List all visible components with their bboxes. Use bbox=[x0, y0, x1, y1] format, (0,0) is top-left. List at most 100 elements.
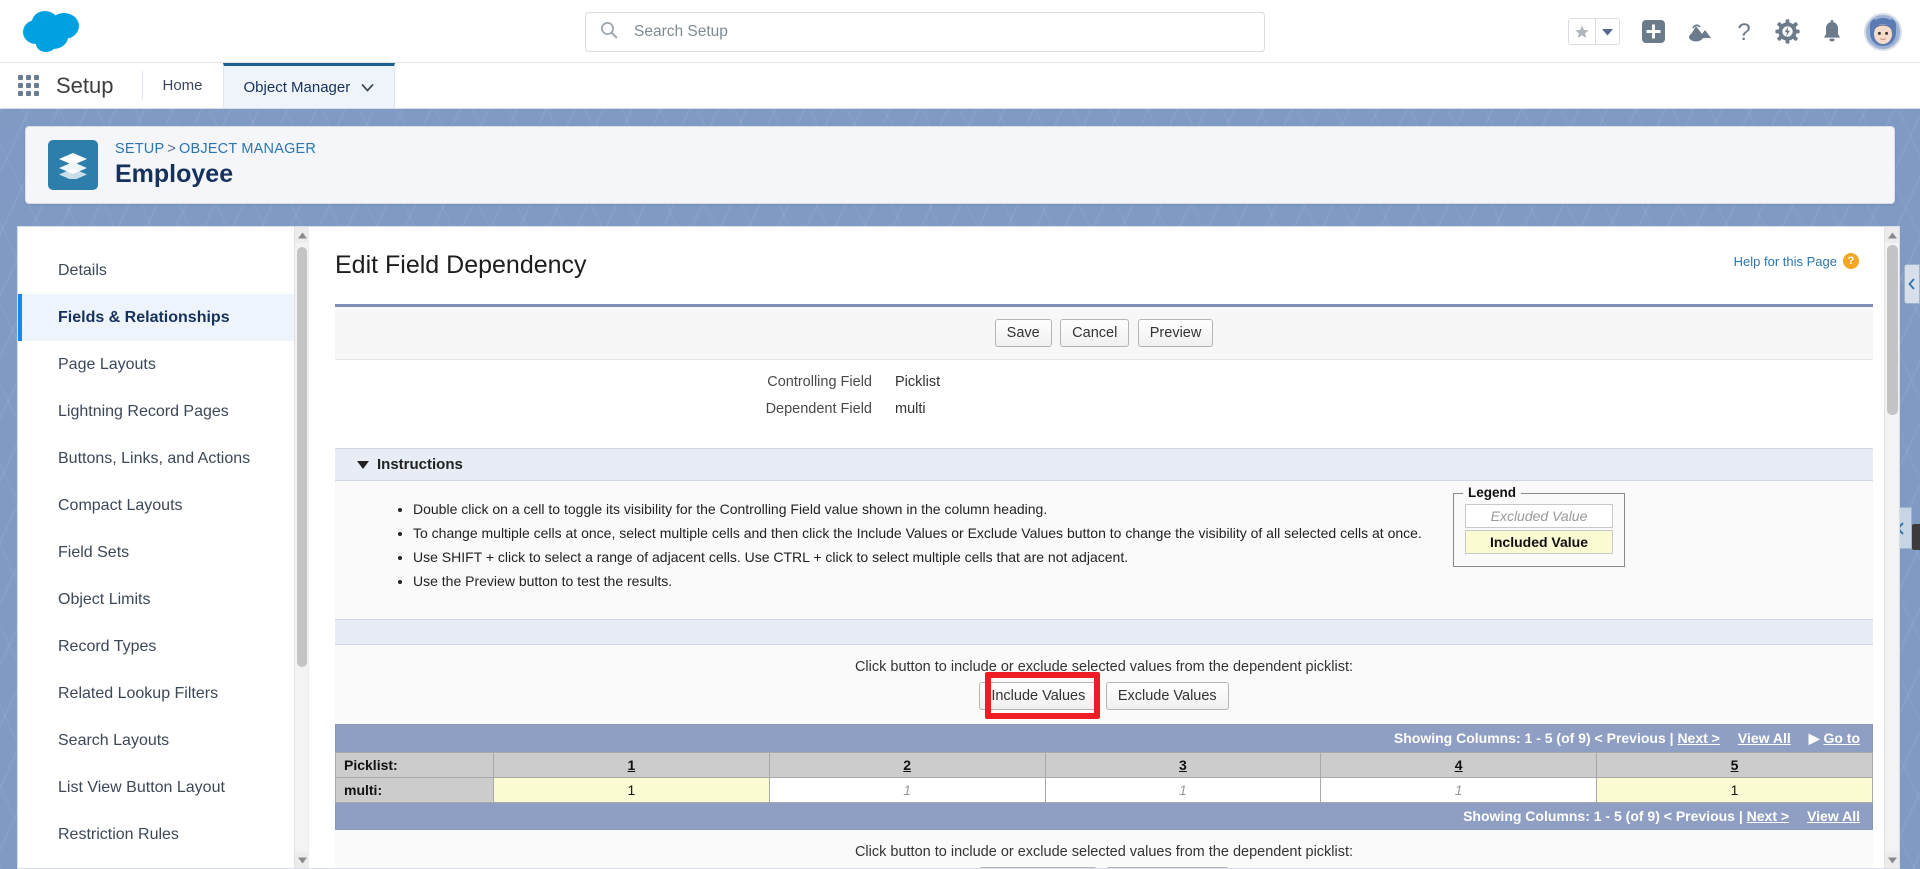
help-for-this-page-link[interactable]: Help for this Page ? bbox=[1734, 253, 1859, 269]
setup-gear-icon[interactable] bbox=[1775, 19, 1800, 44]
scroll-down-icon[interactable] bbox=[295, 852, 309, 868]
tab-home[interactable]: Home bbox=[143, 63, 223, 108]
include-values-button[interactable]: Include Values bbox=[979, 682, 1098, 711]
help-question-icon[interactable]: ? bbox=[1734, 19, 1754, 45]
matrix-dependent-label: multi: bbox=[335, 777, 494, 804]
sidebar-label: Search Layouts bbox=[58, 731, 170, 749]
legend-title: Legend bbox=[1463, 485, 1522, 501]
matrix-top-pager[interactable]: Showing Columns: 1 - 5 (of 9) < Previous… bbox=[335, 724, 1873, 753]
instructions-header[interactable]: Instructions bbox=[335, 448, 1873, 482]
matrix-column-label: 1 bbox=[627, 757, 636, 774]
sidebar-label: Record Types bbox=[58, 637, 157, 655]
matrix-column-label: 3 bbox=[1179, 757, 1187, 774]
svg-text:?: ? bbox=[1737, 19, 1750, 45]
exclude-values-button[interactable]: Exclude Values bbox=[1105, 682, 1229, 711]
search-input[interactable] bbox=[632, 22, 1250, 42]
content-panel: Details Fields & Relationships Page Layo… bbox=[17, 226, 1900, 869]
favorites-star-icon[interactable] bbox=[1568, 18, 1595, 45]
collapse-triangle-icon[interactable] bbox=[357, 460, 369, 469]
main-scroll-thumb[interactable] bbox=[1887, 245, 1898, 415]
salesforce-cloud-logo[interactable] bbox=[22, 8, 86, 54]
sidebar-item-object-limits[interactable]: Object Limits bbox=[18, 576, 308, 623]
instructions-title: Instructions bbox=[377, 456, 463, 474]
matrix-column-header[interactable]: 3 bbox=[1044, 752, 1322, 779]
breadcrumb-object-manager[interactable]: OBJECT MANAGER bbox=[179, 141, 316, 157]
favorites-dropdown-icon[interactable] bbox=[1595, 18, 1620, 45]
pager-next-link[interactable]: Next > bbox=[1747, 808, 1789, 824]
notifications-bell-icon[interactable] bbox=[1821, 19, 1843, 44]
sidebar-item-page-layouts[interactable]: Page Layouts bbox=[18, 341, 308, 388]
favorites-group[interactable] bbox=[1568, 18, 1620, 45]
sidebar-item-record-types[interactable]: Record Types bbox=[18, 623, 308, 670]
sidebar-item-lightning-record-pages[interactable]: Lightning Record Pages bbox=[18, 388, 308, 435]
pager-next-link[interactable]: Next > bbox=[1677, 730, 1719, 746]
legend-included-swatch: Included Value bbox=[1465, 530, 1613, 555]
top-button-row: Save Cancel Preview bbox=[335, 307, 1873, 361]
pager-view-all-link[interactable]: View All bbox=[1807, 808, 1860, 824]
search-setup-container[interactable] bbox=[585, 12, 1265, 52]
breadcrumb-separator: > bbox=[167, 141, 177, 157]
sidebar-scroll-thumb[interactable] bbox=[297, 247, 307, 667]
matrix-cell[interactable]: 1 bbox=[1044, 777, 1322, 804]
sidebar-item-restriction-rules[interactable]: Restriction Rules bbox=[18, 811, 308, 858]
matrix-bottom-pager[interactable]: Showing Columns: 1 - 5 (of 9) < Previous… bbox=[335, 802, 1873, 830]
sidebar-item-fields-relationships[interactable]: Fields & Relationships bbox=[18, 294, 308, 341]
chevron-down-icon[interactable] bbox=[361, 79, 374, 96]
search-icon bbox=[600, 21, 618, 44]
breadcrumb: SETUP > OBJECT MANAGER bbox=[115, 141, 316, 157]
dependent-field-value: multi bbox=[895, 401, 926, 418]
matrix-column-header[interactable]: 5 bbox=[1596, 752, 1873, 779]
sidebar-item-related-lookup-filters[interactable]: Related Lookup Filters bbox=[18, 670, 308, 717]
matrix-cell[interactable]: 1 bbox=[493, 777, 770, 804]
sidebar-label: Buttons, Links, and Actions bbox=[58, 449, 251, 467]
object-stack-icon bbox=[48, 140, 98, 190]
save-button[interactable]: Save bbox=[994, 319, 1052, 348]
sidebar-label: Related Lookup Filters bbox=[58, 684, 219, 702]
add-favorite-icon[interactable] bbox=[1641, 19, 1666, 44]
breadcrumb-setup[interactable]: SETUP bbox=[115, 141, 164, 157]
dependent-field-label: Dependent Field bbox=[765, 401, 872, 418]
sidebar-label: Page Layouts bbox=[58, 355, 156, 373]
matrix-column-header-row: Picklist: 1 2 3 4 5 bbox=[335, 752, 1873, 779]
tab-object-manager-label: Object Manager bbox=[243, 78, 351, 96]
sidebar-item-details[interactable]: Details bbox=[18, 247, 308, 294]
sidebar-item-compact-layouts[interactable]: Compact Layouts bbox=[18, 482, 308, 529]
help-link-label: Help for this Page bbox=[1733, 253, 1837, 269]
preview-button[interactable]: Preview bbox=[1137, 319, 1214, 348]
sidebar-item-field-sets[interactable]: Field Sets bbox=[18, 529, 308, 576]
matrix-bottom-pager-row: Showing Columns: 1 - 5 (of 9) < Previous… bbox=[335, 802, 1873, 830]
pager-view-all-link[interactable]: View All bbox=[1738, 730, 1791, 746]
matrix-cell[interactable]: 1 bbox=[1596, 777, 1873, 804]
main-content-area: Edit Field Dependency Help for this Page… bbox=[309, 227, 1899, 868]
bottom-exclude-values-button[interactable]: Exclude Values bbox=[1105, 867, 1229, 868]
main-scroll-down-icon[interactable] bbox=[1885, 852, 1899, 868]
collapse-rail-top-icon[interactable] bbox=[1904, 264, 1920, 304]
page-record-title: Employee bbox=[115, 160, 234, 188]
controlling-field-value: Picklist bbox=[895, 374, 941, 391]
top-include-exclude-row: Include Values Exclude Values bbox=[335, 672, 1873, 725]
sidebar-item-list-view-button-layout[interactable]: List View Button Layout bbox=[18, 764, 308, 811]
sidebar-item-buttons-links-actions[interactable]: Buttons, Links, and Actions bbox=[18, 435, 308, 482]
bottom-include-exclude-row: Include Values Exclude Values bbox=[335, 867, 1873, 868]
rail-handle[interactable] bbox=[1912, 524, 1920, 550]
sidebar-item-search-layouts[interactable]: Search Layouts bbox=[18, 717, 308, 764]
cancel-button[interactable]: Cancel bbox=[1060, 319, 1130, 348]
matrix-column-header[interactable]: 4 bbox=[1320, 752, 1598, 779]
main-scroll-up-icon[interactable] bbox=[1885, 227, 1899, 243]
matrix-column-header[interactable]: 1 bbox=[493, 752, 770, 779]
matrix-cell[interactable]: 1 bbox=[1320, 777, 1598, 804]
user-avatar[interactable] bbox=[1864, 12, 1902, 51]
pager-go-to-link[interactable]: Go to bbox=[1823, 730, 1860, 746]
sidebar-label: Restriction Rules bbox=[58, 825, 179, 843]
tab-object-manager[interactable]: Object Manager bbox=[222, 63, 396, 108]
matrix-cell[interactable]: 1 bbox=[768, 777, 1046, 804]
app-launcher-icon[interactable] bbox=[0, 63, 56, 108]
matrix-column-header[interactable]: 2 bbox=[768, 752, 1046, 779]
bottom-include-values-button[interactable]: Include Values bbox=[979, 867, 1098, 868]
scroll-up-icon[interactable] bbox=[295, 227, 309, 243]
controlling-field-label: Controlling Field bbox=[767, 374, 872, 391]
setup-nav-bar: Setup Home Object Manager bbox=[0, 63, 1920, 109]
main-scrollbar[interactable] bbox=[1884, 227, 1899, 868]
mountain-cloud-icon[interactable] bbox=[1687, 20, 1713, 43]
sidebar-scrollbar[interactable] bbox=[294, 227, 309, 868]
